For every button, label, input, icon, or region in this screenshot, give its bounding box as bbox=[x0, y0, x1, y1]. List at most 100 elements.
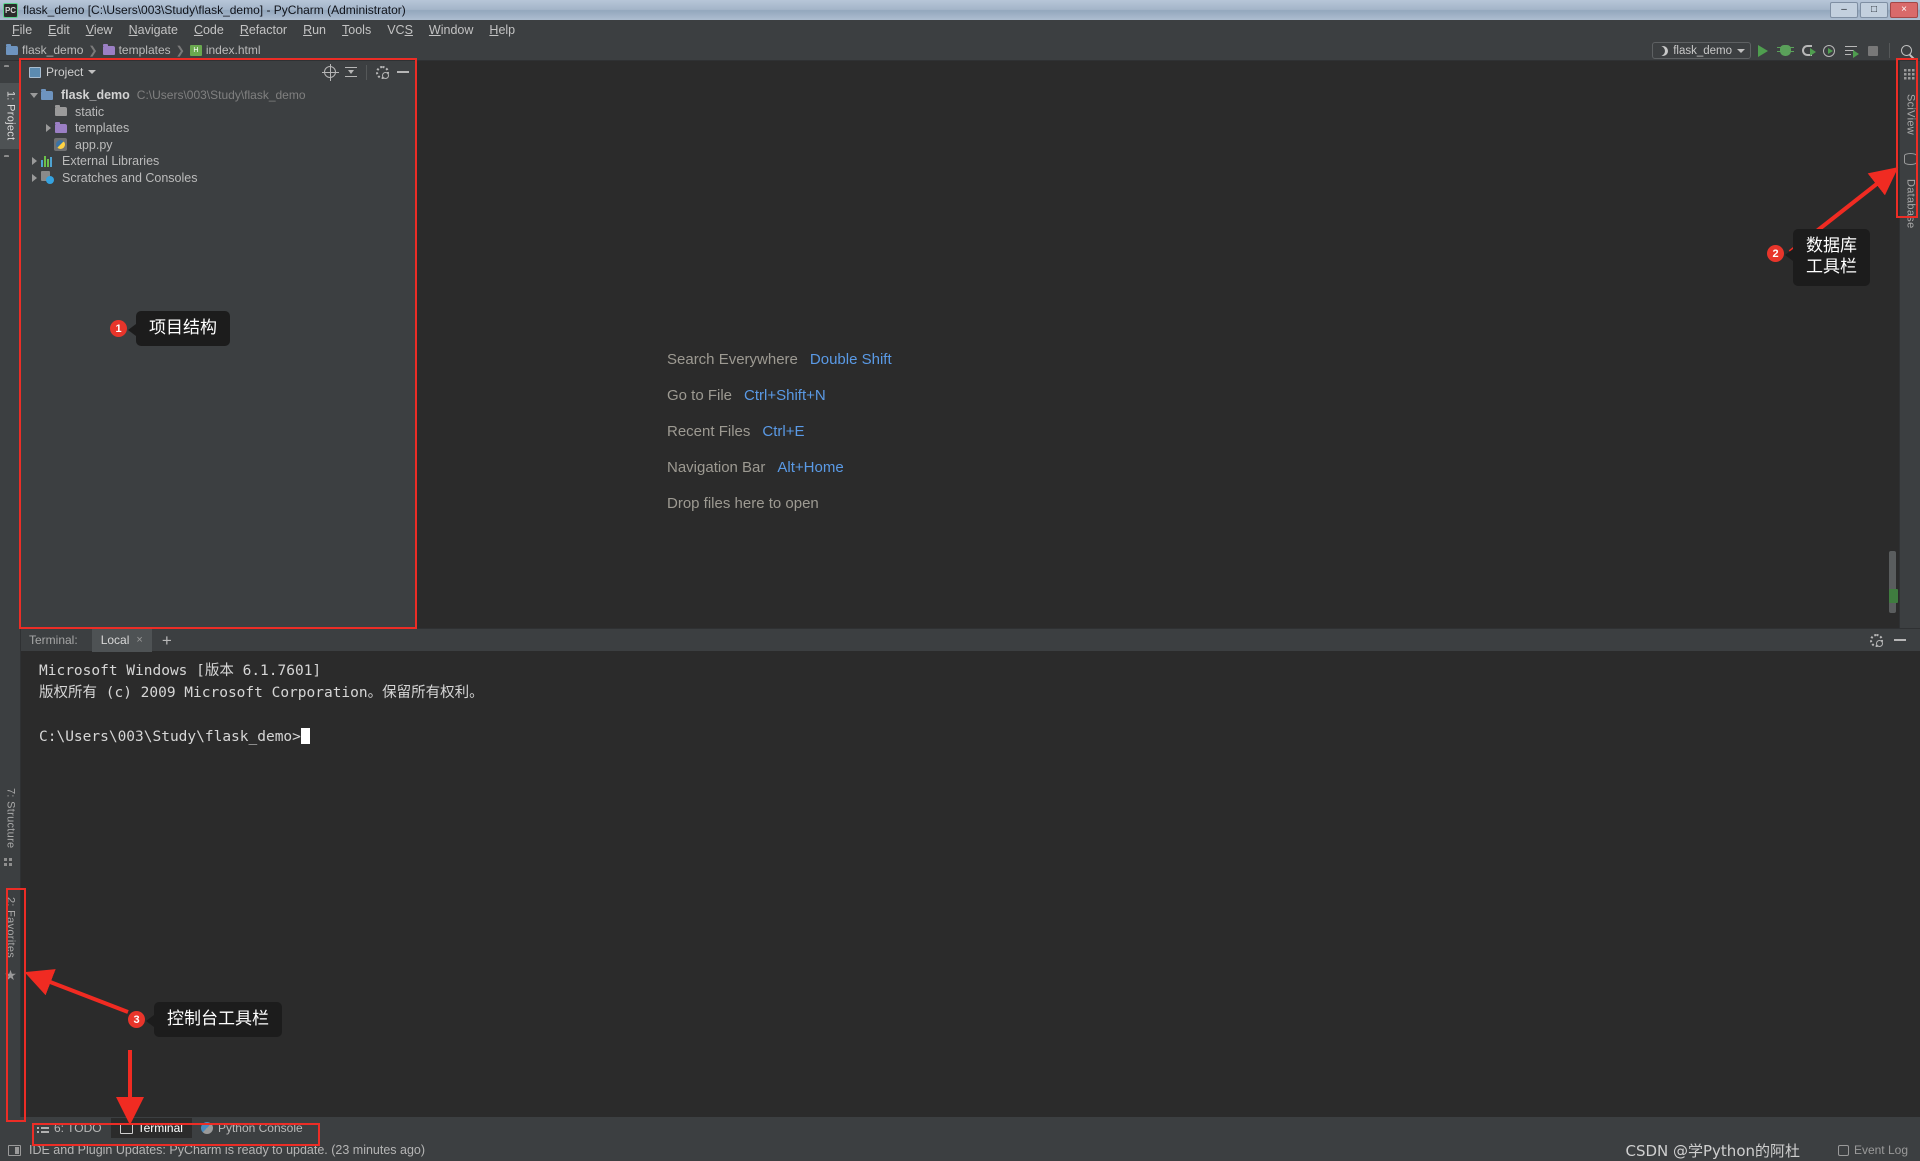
editor-scrollbar[interactable] bbox=[1889, 551, 1896, 613]
database-icon bbox=[1904, 153, 1917, 165]
right-tool-rail: SciView Database bbox=[1899, 61, 1920, 628]
breadcrumb-flask-demo[interactable]: flask_demo bbox=[6, 43, 83, 57]
editor-hints: Search Everywhere Double Shift Go to Fil… bbox=[667, 351, 892, 512]
menu-run[interactable]: Run bbox=[295, 22, 334, 38]
run-toolbar: flask_demo bbox=[1652, 40, 1916, 61]
tree-item-external-libraries[interactable]: External Libraries bbox=[21, 153, 417, 170]
debug-icon bbox=[1776, 45, 1794, 56]
sidebar-item-structure[interactable]: 7: Structure bbox=[0, 783, 21, 853]
breadcrumb-label: templates bbox=[118, 43, 171, 57]
run-with-console-button[interactable] bbox=[1841, 41, 1861, 60]
bottom-button-terminal[interactable]: Terminal bbox=[110, 1118, 192, 1138]
expand-arrow-icon[interactable] bbox=[27, 92, 41, 98]
terminal-hide-button[interactable] bbox=[1890, 631, 1910, 649]
annotation-badge-1: 1 bbox=[110, 320, 127, 337]
profile-icon bbox=[1823, 44, 1835, 57]
minimize-button[interactable]: – bbox=[1830, 2, 1858, 18]
menu-window[interactable]: Window bbox=[421, 22, 481, 38]
project-panel-title-group[interactable]: Project bbox=[29, 65, 97, 79]
sidebar-item-favorites[interactable]: 2: Favorites bbox=[0, 891, 21, 965]
project-tree: flask_demo C:\Users\003\Study\flask_demo… bbox=[21, 83, 417, 628]
event-log-label: Event Log bbox=[1853, 1143, 1908, 1157]
breadcrumb-label: flask_demo bbox=[22, 43, 84, 57]
flask-config-icon bbox=[1658, 46, 1668, 56]
menu-code[interactable]: Code bbox=[186, 22, 232, 38]
menu-refactor[interactable]: Refactor bbox=[232, 22, 295, 38]
terminal-output[interactable]: Microsoft Windows [版本 6.1.7601] 版权所有 (c)… bbox=[21, 651, 1920, 748]
menu-edit[interactable]: Edit bbox=[40, 22, 78, 38]
hint-label: Navigation Bar bbox=[667, 459, 766, 476]
editor-area[interactable]: Search Everywhere Double Shift Go to Fil… bbox=[417, 61, 1920, 628]
terminal-tab-local[interactable]: Local × bbox=[91, 628, 152, 652]
tree-item-scratches-and-consoles[interactable]: Scratches and Consoles bbox=[21, 170, 417, 187]
annotation-callout-database-toolbar: 数据库 工具栏 bbox=[1793, 229, 1870, 286]
tree-item-label-group: app.py bbox=[54, 138, 113, 152]
left-tool-rail: 1: Project 7: Structure 2: Favorites ★ bbox=[0, 61, 21, 1126]
hint-shortcut: Ctrl+E bbox=[762, 423, 805, 440]
profile-button[interactable] bbox=[1819, 41, 1839, 60]
menu-help[interactable]: Help bbox=[481, 22, 523, 38]
menu-file[interactable]: File bbox=[4, 22, 40, 38]
run-button[interactable] bbox=[1753, 41, 1773, 60]
star-icon: ★ bbox=[4, 967, 17, 983]
settings-button[interactable] bbox=[372, 63, 392, 81]
breadcrumb-templates[interactable]: templates bbox=[102, 43, 171, 57]
window-title: flask_demo [C:\Users\003\Study\flask_dem… bbox=[23, 3, 406, 17]
tree-item-app-py[interactable]: app.py bbox=[21, 137, 417, 154]
hint-shortcut: Double Shift bbox=[809, 351, 892, 368]
menu-view[interactable]: View bbox=[78, 22, 121, 38]
bottom-button-label: Terminal bbox=[137, 1121, 183, 1135]
pycharm-icon: PC bbox=[3, 2, 18, 18]
close-icon[interactable]: × bbox=[136, 634, 142, 646]
bottom-tool-bar: 6: TODO Terminal Python Console bbox=[0, 1117, 1920, 1139]
terminal-settings-button[interactable] bbox=[1866, 631, 1886, 649]
menu-tools[interactable]: Tools bbox=[334, 22, 379, 38]
sidebar-item-database[interactable]: Database bbox=[1900, 171, 1920, 237]
terminal-icon bbox=[119, 1122, 133, 1134]
sidebar-item-project[interactable]: 1: Project bbox=[0, 83, 21, 149]
terminal-prompt-line: C:\Users\003\Study\flask_demo> bbox=[39, 726, 1920, 748]
tree-item-label-group: static bbox=[55, 105, 104, 119]
watermark: CSDN @学Python的阿杜 bbox=[1625, 1142, 1800, 1160]
status-bar-right: Event Log bbox=[1837, 1143, 1920, 1157]
run-configuration-selector[interactable]: flask_demo bbox=[1652, 42, 1751, 59]
project-panel-actions bbox=[320, 63, 413, 81]
coverage-button[interactable] bbox=[1797, 41, 1817, 60]
hint-recent-files: Recent Files Ctrl+E bbox=[667, 423, 892, 440]
annotation-tip-3 bbox=[146, 1015, 154, 1027]
tree-item-label-group: Scratches and Consoles bbox=[41, 171, 198, 185]
expand-arrow-icon[interactable] bbox=[27, 157, 41, 166]
expand-arrow-icon[interactable] bbox=[41, 124, 55, 133]
terminal-label: Terminal: bbox=[29, 633, 78, 647]
event-log-button[interactable]: Event Log bbox=[1837, 1143, 1908, 1157]
bottom-button-todo[interactable]: 6: TODO bbox=[28, 1118, 111, 1138]
collapse-all-icon bbox=[345, 66, 357, 78]
tree-item-flask-demo[interactable]: flask_demo C:\Users\003\Study\flask_demo bbox=[21, 87, 417, 104]
tree-item-static[interactable]: static bbox=[21, 104, 417, 121]
close-button[interactable]: × bbox=[1890, 2, 1918, 18]
expand-arrow-icon[interactable] bbox=[27, 173, 41, 182]
settings-gear-icon bbox=[375, 65, 389, 79]
collapse-all-button[interactable] bbox=[341, 63, 361, 81]
menu-bar: File Edit View Navigate Code Refactor Ru… bbox=[0, 20, 1920, 40]
hide-panel-button[interactable] bbox=[393, 63, 413, 81]
debug-button[interactable] bbox=[1775, 41, 1795, 60]
menu-vcs[interactable]: VCS bbox=[379, 22, 421, 38]
hint-go-to-file: Go to File Ctrl+Shift+N bbox=[667, 387, 892, 404]
pycharm-window: PC flask_demo [C:\Users\003\Study\flask_… bbox=[0, 0, 1920, 1161]
search-button[interactable] bbox=[1896, 41, 1916, 60]
bottom-button-python-console[interactable]: Python Console bbox=[192, 1118, 312, 1138]
terminal-header-actions bbox=[1866, 631, 1920, 649]
stop-button[interactable] bbox=[1863, 41, 1883, 60]
locate-target-button[interactable] bbox=[320, 63, 340, 81]
menu-navigate[interactable]: Navigate bbox=[121, 22, 186, 38]
breadcrumb-index-html[interactable]: H index.html bbox=[189, 43, 261, 57]
tree-item-templates[interactable]: templates bbox=[21, 120, 417, 137]
add-terminal-tab-button[interactable]: + bbox=[152, 632, 182, 649]
coverage-icon bbox=[1802, 45, 1816, 56]
maximize-button[interactable]: □ bbox=[1860, 2, 1888, 18]
tree-item-label: Scratches and Consoles bbox=[62, 170, 198, 185]
notification-icon bbox=[8, 1144, 21, 1156]
sidebar-item-sciview[interactable]: SciView bbox=[1900, 87, 1920, 143]
tree-item-label: External Libraries bbox=[62, 154, 160, 169]
